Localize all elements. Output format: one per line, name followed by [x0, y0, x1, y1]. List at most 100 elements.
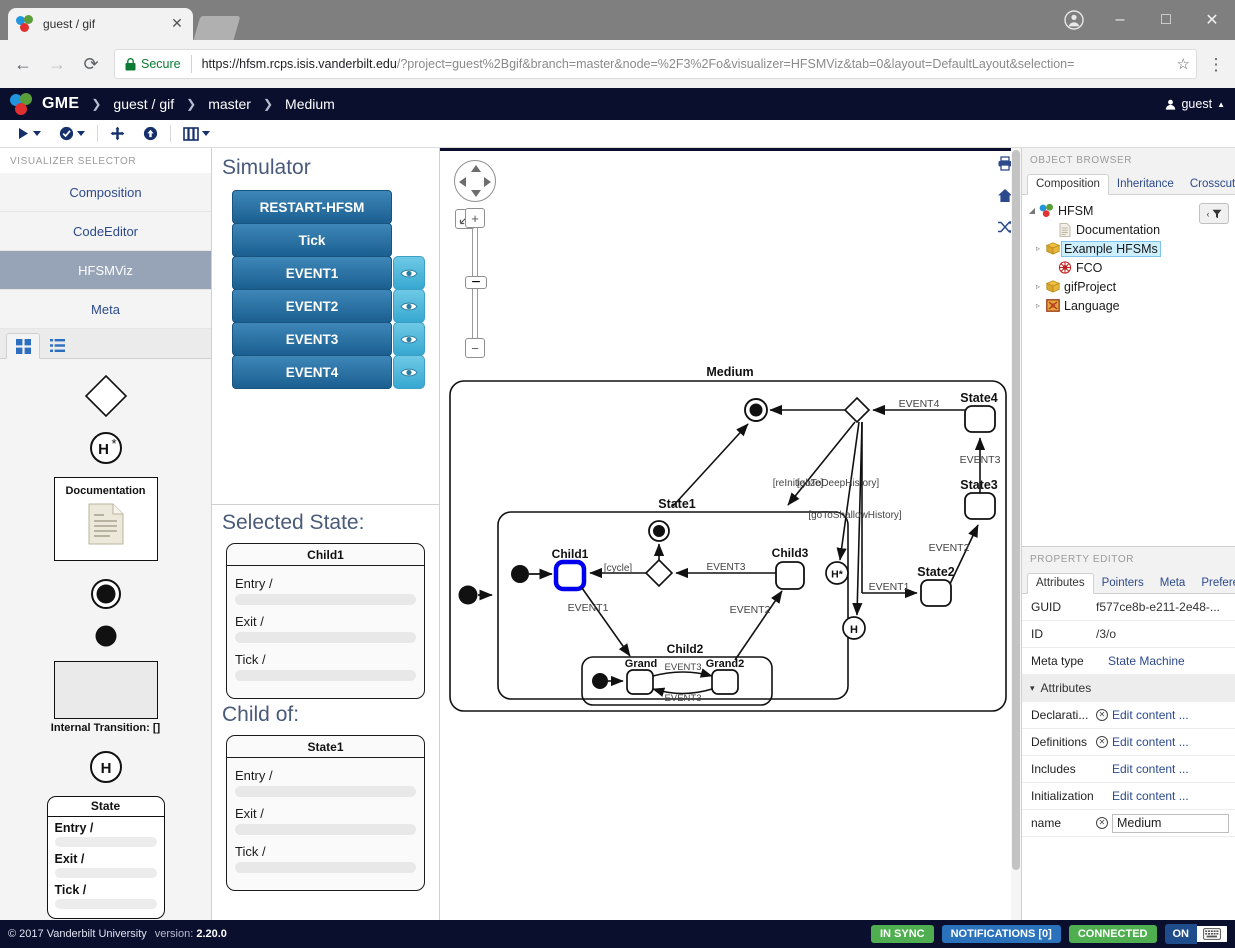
root-initial-state[interactable] — [458, 585, 478, 605]
property-value[interactable]: ✕ Edit content ... — [1096, 735, 1235, 749]
expander-icon[interactable]: ▹ — [1032, 301, 1044, 310]
run-button[interactable] — [8, 127, 50, 140]
deep-history-transition[interactable] — [836, 421, 860, 561]
property-value[interactable]: ✕ Medium — [1096, 813, 1235, 833]
event2-button[interactable]: EVENT2 — [232, 289, 392, 323]
breadcrumb-project[interactable]: guest / gif — [113, 96, 174, 112]
tab-meta[interactable]: Meta — [1152, 574, 1194, 593]
event4-button[interactable]: EVENT4 — [232, 355, 392, 389]
breadcrumb-node[interactable]: Medium — [285, 96, 335, 112]
edit-content-link[interactable]: Edit content ... — [1112, 735, 1189, 749]
part-state[interactable]: State Entry / Exit / Tick / — [0, 796, 211, 919]
app-brand[interactable]: GME — [42, 95, 79, 113]
property-section-attributes[interactable]: ▾ Attributes — [1022, 675, 1235, 702]
grand2-state[interactable] — [711, 669, 739, 695]
address-bar[interactable]: Secure https://hfsm.rcps.isis.vanderbilt… — [114, 49, 1197, 79]
edit-content-link[interactable]: Edit content ... — [1112, 789, 1189, 803]
state2-to-state3-transition[interactable] — [949, 524, 979, 585]
clear-icon[interactable]: ✕ — [1096, 736, 1108, 748]
visualizer-item-meta[interactable]: Meta — [0, 290, 211, 329]
event2-eye-icon[interactable] — [393, 289, 425, 323]
clear-icon[interactable]: ✕ — [1096, 817, 1108, 829]
state1-initial-state[interactable] — [511, 565, 529, 583]
back-button[interactable]: ← — [6, 47, 40, 81]
grand-state[interactable] — [626, 669, 654, 695]
tree-node-fco[interactable]: FCO — [1022, 258, 1235, 277]
hfsm-diagram-svg[interactable]: Medium State1 Child2 Child1 [cycle] Chil… — [440, 148, 1020, 920]
tab-preferences[interactable]: Preferences — [1193, 574, 1235, 593]
visualizer-item-hfsmviz[interactable]: HFSMViz — [0, 251, 211, 290]
state1-choice-diamond[interactable] — [644, 558, 674, 588]
clear-icon[interactable]: ✕ — [1096, 709, 1108, 721]
expander-icon[interactable]: ◢ — [1026, 206, 1038, 215]
browser-menu-icon[interactable]: ⋮ — [1203, 56, 1229, 73]
property-row-includes[interactable]: Includes Edit content ... — [1022, 756, 1235, 783]
tree-node-language[interactable]: ▹ Language — [1022, 296, 1235, 315]
event4-eye-icon[interactable] — [393, 355, 425, 389]
object-tree[interactable]: ‹ ◢ HFSM Documentation ▹ Example HFSMs F… — [1022, 195, 1235, 547]
minimize-button[interactable]: – — [1097, 0, 1143, 40]
state2-state[interactable] — [920, 579, 952, 607]
forward-button[interactable]: → — [40, 47, 74, 81]
reinitialize-transition[interactable] — [787, 421, 856, 506]
event1-eye-icon[interactable] — [393, 256, 425, 290]
part-shallow-history[interactable]: H — [0, 750, 211, 784]
section-caret-icon[interactable]: ▾ — [1030, 683, 1035, 694]
child-of-exit-field[interactable] — [235, 824, 416, 835]
part-end-state[interactable] — [0, 577, 211, 611]
property-row-definitions[interactable]: Definitions ✕ Edit content ... — [1022, 729, 1235, 756]
hfsm-diagram[interactable]: Medium State1 Child2 Child1 [cycle] Chil… — [440, 148, 1021, 920]
property-value[interactable]: ✕ Edit content ... — [1096, 708, 1235, 722]
property-row-declarations[interactable]: Declarati... ✕ Edit content ... — [1022, 702, 1235, 729]
name-input[interactable]: Medium — [1112, 813, 1229, 833]
filter-button[interactable]: ‹ — [1199, 203, 1229, 224]
part-internal-transition[interactable]: Internal Transition: [] — [0, 661, 211, 734]
visualizer-item-codeeditor[interactable]: CodeEditor — [0, 212, 211, 251]
selected-state-exit-field[interactable] — [235, 632, 416, 643]
event1-button[interactable]: EVENT1 — [232, 256, 392, 290]
status-badge-connected[interactable]: CONNECTED — [1068, 925, 1157, 943]
state4-state[interactable] — [964, 405, 996, 433]
tree-node-gifproject[interactable]: ▹ gifProject — [1022, 277, 1235, 296]
tab-crosscut[interactable]: Crosscut — [1182, 175, 1235, 194]
child1-to-child2-transition[interactable] — [581, 587, 631, 657]
child2-initial-state[interactable] — [592, 673, 608, 689]
property-value[interactable]: Edit content ... — [1096, 789, 1235, 803]
tick-button[interactable]: Tick — [232, 223, 392, 257]
layout-button[interactable] — [174, 126, 219, 141]
edit-content-link[interactable]: Edit content ... — [1112, 708, 1189, 722]
reload-button[interactable]: ⟳ — [74, 47, 108, 81]
canvas-scroll-thumb[interactable] — [1012, 150, 1020, 870]
part-deep-history[interactable]: H * — [0, 431, 211, 465]
status-badge-insync[interactable]: IN SYNC — [870, 925, 934, 943]
state3-state[interactable] — [964, 492, 996, 520]
grid-view-tab[interactable] — [6, 333, 40, 359]
property-row-metatype[interactable]: Meta type State Machine — [1022, 648, 1235, 675]
property-row-name[interactable]: name ✕ Medium — [1022, 810, 1235, 837]
selected-state-tick-field[interactable] — [235, 670, 416, 681]
move-button[interactable] — [101, 126, 134, 141]
canvas-scrollbar[interactable] — [1011, 148, 1021, 920]
part-documentation[interactable]: Documentation — [0, 477, 211, 561]
root-choice-diamond[interactable] — [843, 396, 871, 424]
profile-icon[interactable] — [1051, 0, 1097, 40]
child1-state[interactable] — [553, 559, 587, 592]
list-view-tab[interactable] — [40, 332, 74, 358]
keyboard-toggle[interactable]: ON — [1164, 924, 1227, 944]
part-choice-diamond[interactable] — [0, 373, 211, 419]
child2-to-child3-transition[interactable] — [734, 590, 783, 661]
keyboard-icon[interactable] — [1197, 926, 1227, 942]
visualizer-item-composition[interactable]: Composition — [0, 173, 211, 212]
tab-composition[interactable]: Composition — [1027, 174, 1109, 195]
user-menu[interactable]: guest ▲ — [1165, 97, 1225, 111]
child-of-tick-field[interactable] — [235, 862, 416, 873]
tree-node-example-hfsms[interactable]: ▹ Example HFSMs — [1022, 239, 1235, 258]
tab-inheritance[interactable]: Inheritance — [1109, 175, 1182, 194]
check-button[interactable] — [50, 126, 94, 141]
status-badge-notifications[interactable]: NOTIFICATIONS [0] — [941, 925, 1061, 943]
selected-state-entry-field[interactable] — [235, 594, 416, 605]
expander-icon[interactable]: ▹ — [1032, 282, 1044, 291]
edit-content-link[interactable]: Edit content ... — [1112, 762, 1189, 776]
child-of-entry-field[interactable] — [235, 786, 416, 797]
expander-icon[interactable]: ▹ — [1032, 244, 1044, 253]
